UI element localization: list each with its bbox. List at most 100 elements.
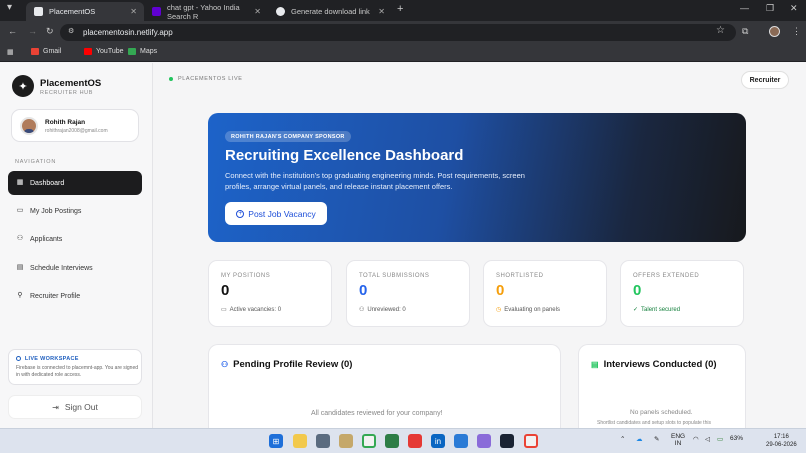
bookmark-star-icon[interactable]: ☆: [716, 25, 725, 36]
users-icon: ⚇: [221, 360, 229, 369]
tab-title: PlacementOS: [49, 7, 96, 16]
site-info-icon[interactable]: ⚙: [68, 27, 74, 35]
sidebar-item-job-postings[interactable]: ▭ My Job Postings: [8, 199, 142, 223]
profile-avatar[interactable]: [769, 26, 780, 37]
volume-icon[interactable]: ◁: [705, 435, 710, 443]
gmail-icon: [31, 48, 39, 55]
bookmark-maps[interactable]: Maps: [128, 48, 157, 55]
calculator-icon[interactable]: [316, 434, 330, 448]
battery-percent: 63%: [730, 435, 744, 442]
back-icon[interactable]: ←: [8, 26, 17, 36]
office-app-icon[interactable]: [408, 434, 422, 448]
file-explorer-icon[interactable]: [293, 434, 307, 448]
chrome-icon[interactable]: [362, 434, 376, 448]
stat-note: ◷ Evaluating on panels: [496, 306, 560, 314]
empty-state-text: No panels scheduled.: [630, 409, 693, 416]
empty-state-hint: Shortlist candidates and setup slots to …: [597, 420, 711, 426]
copilot-icon[interactable]: [477, 434, 491, 448]
calendar-icon: ▤: [591, 360, 599, 369]
briefcase-icon: ▭: [221, 307, 227, 313]
battery-icon[interactable]: ▭: [717, 435, 723, 443]
stat-note-text: Unreviewed: 0: [367, 306, 406, 313]
pen-icon[interactable]: ✎: [654, 435, 659, 443]
stat-label: OFFERS EXTENDED: [633, 273, 700, 279]
workspace-title: LIVE WORKSPACE: [16, 356, 79, 362]
sidebar-item-dashboard[interactable]: ▦ Dashboard: [8, 171, 142, 195]
bookmark-gmail[interactable]: Gmail: [31, 48, 61, 55]
clock[interactable]: 17:16 29-06-2026: [766, 433, 797, 449]
workspace-text: Firebase is connected to placemnt-app. Y…: [16, 365, 139, 378]
logo-icon: ✦: [12, 75, 34, 97]
stat-value: 0: [221, 282, 230, 299]
close-icon[interactable]: ✕: [254, 7, 261, 16]
maximize-icon[interactable]: ❐: [766, 3, 774, 14]
users-icon: ⚇: [359, 307, 365, 313]
post-job-button[interactable]: + Post Job Vacancy: [225, 202, 327, 225]
extensions-icon[interactable]: ⧉: [742, 26, 748, 37]
whiteboard-icon[interactable]: [385, 434, 399, 448]
address-bar-row: ← → ↻ ⚙ placementosin.netlify.app ☆ ⧉ ⋮: [0, 21, 806, 44]
status-dot-icon: [169, 77, 173, 81]
sidebar-item-profile[interactable]: ⚲ Recruiter Profile: [8, 284, 142, 308]
language-indicator[interactable]: ENG IN: [671, 433, 685, 447]
bookmark-label: YouTube: [96, 48, 124, 55]
stat-card-positions: MY POSITIONS 0 ▭ Active vacancies: 0: [208, 260, 332, 327]
nav-section-label: NAVIGATION: [15, 159, 57, 165]
sidebar-item-label: Applicants: [30, 235, 63, 243]
browser-tab-placementos[interactable]: PlacementOS ✕: [26, 2, 144, 21]
tab-title: Generate download link: [291, 7, 370, 16]
stat-value: 0: [496, 282, 505, 299]
youtube-icon: [84, 48, 92, 55]
window-close-icon[interactable]: ✕: [790, 3, 798, 14]
user-card[interactable]: Rohith Rajan rohithrajan2008@gmail.com: [11, 109, 139, 142]
workspace-title-text: LIVE WORKSPACE: [24, 356, 79, 362]
role-button[interactable]: Recruiter: [741, 71, 789, 89]
chevron-up-icon[interactable]: ⌃: [620, 435, 625, 443]
reload-icon[interactable]: ↻: [46, 26, 54, 37]
region-text: IN: [674, 440, 682, 447]
bookmark-youtube[interactable]: YouTube: [84, 48, 124, 55]
browser-tab-yahoo[interactable]: chat gpt - Yahoo India Search R ✕: [144, 2, 268, 21]
windows-start-icon[interactable]: ⊞: [269, 434, 283, 448]
post-job-label: Post Job Vacancy: [248, 208, 316, 219]
stat-note-text: Evaluating on panels: [504, 306, 560, 313]
bookmarks-bar: ▦ Gmail YouTube Maps: [0, 44, 806, 62]
live-label: PLACEMENTOS LIVE: [178, 76, 243, 82]
forward-icon[interactable]: →: [28, 26, 37, 36]
live-status: PLACEMENTOS LIVE: [169, 76, 243, 82]
avatar: [20, 117, 38, 135]
lang-text: ENG: [671, 433, 686, 440]
stat-card-submissions: TOTAL SUBMISSIONS 0 ⚇ Unreviewed: 0: [346, 260, 470, 327]
panel-title-text: Interviews Conducted (0): [603, 359, 717, 370]
tab-search-icon[interactable]: ▾: [7, 2, 12, 13]
close-icon[interactable]: ✕: [378, 7, 385, 16]
cloud-icon[interactable]: ☁: [636, 435, 643, 443]
sign-out-button[interactable]: ⇥ Sign Out: [8, 395, 142, 419]
linkedin-icon[interactable]: in: [431, 434, 445, 448]
apps-icon[interactable]: ▦: [7, 48, 14, 56]
plus-circle-icon: +: [236, 209, 245, 218]
clock-icon: ◷: [496, 307, 502, 313]
user-email: rohithrajan2008@gmail.com: [45, 128, 108, 134]
sign-out-label: Sign Out: [64, 402, 98, 412]
sidebar-item-label: Dashboard: [30, 179, 65, 187]
stat-note: ▭ Active vacancies: 0: [221, 306, 281, 314]
user-name: Rohith Rajan: [45, 119, 86, 126]
minimize-icon[interactable]: —: [740, 3, 749, 13]
vscode-icon[interactable]: [454, 434, 468, 448]
wifi-icon[interactable]: ◠: [693, 435, 699, 443]
pending-review-panel: ⚇ Pending Profile Review (0) All candida…: [208, 344, 561, 428]
sidebar-item-schedule[interactable]: ▤ Schedule Interviews: [8, 256, 142, 280]
menu-icon[interactable]: ⋮: [792, 26, 801, 37]
sidebar-item-applicants[interactable]: ⚇ Applicants: [8, 227, 142, 251]
close-icon[interactable]: ✕: [130, 7, 137, 16]
chrome-active-icon[interactable]: [524, 434, 538, 448]
dev-tool-icon[interactable]: [500, 434, 514, 448]
notes-app-icon[interactable]: [339, 434, 353, 448]
browser-tab-download[interactable]: Generate download link ✕: [268, 2, 392, 21]
url-text[interactable]: placementosin.netlify.app: [83, 28, 173, 37]
clock-time: 17:16: [773, 434, 789, 440]
new-tab-button[interactable]: +: [397, 3, 403, 15]
brand-subtitle: RECRUITER HUB: [40, 90, 94, 96]
stat-label: SHORTLISTED: [496, 273, 544, 279]
